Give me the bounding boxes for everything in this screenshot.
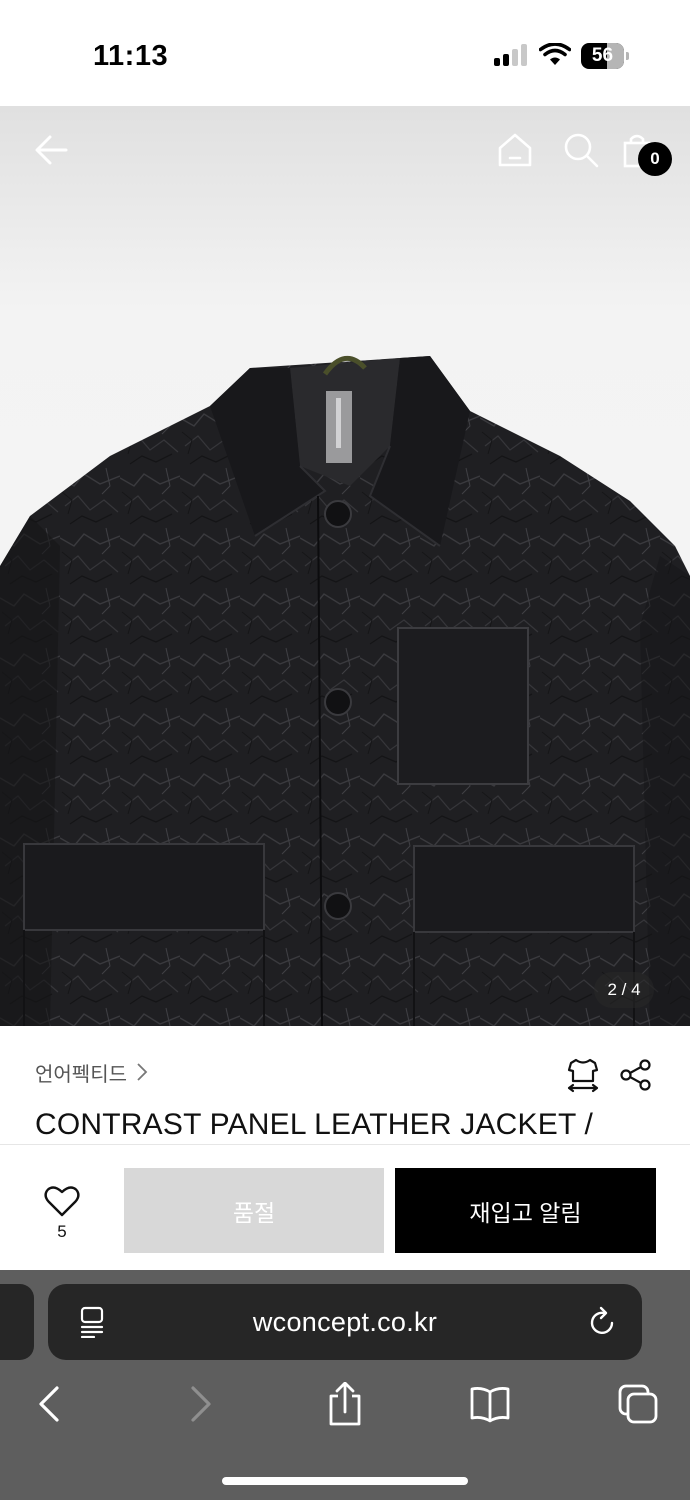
product-photo bbox=[0, 356, 690, 1026]
soldout-button[interactable]: 품절 bbox=[124, 1168, 384, 1253]
browser-toolbar bbox=[0, 1378, 690, 1434]
cellular-signal-icon bbox=[494, 44, 530, 66]
battery-icon: 56 bbox=[581, 43, 629, 69]
size-guide-icon[interactable] bbox=[565, 1057, 601, 1093]
like-count: 5 bbox=[57, 1222, 67, 1241]
share-icon[interactable] bbox=[620, 1059, 652, 1091]
browser-back-icon[interactable] bbox=[30, 1382, 70, 1426]
tabs-icon[interactable] bbox=[618, 1382, 658, 1426]
product-image-carousel[interactable]: 0 2 / 4 bbox=[0, 106, 690, 1026]
wifi-icon bbox=[539, 43, 571, 65]
brand-name: 언어펙티드 bbox=[35, 1063, 127, 1086]
share-up-icon[interactable] bbox=[325, 1382, 365, 1426]
url-text: wconcept.co.kr bbox=[252, 1307, 438, 1337]
browser-bottom-bar: wconcept.co.kr bbox=[0, 1270, 690, 1500]
image-page-counter: 2 / 4 bbox=[594, 972, 654, 1008]
previous-tab-preview[interactable] bbox=[0, 1284, 34, 1360]
restock-alert-button[interactable]: 재입고 알림 bbox=[395, 1168, 656, 1253]
home-indicator bbox=[222, 1477, 468, 1485]
purchase-action-bar: 5 품절 재입고 알림 bbox=[0, 1144, 690, 1270]
brand-link[interactable]: 언어펙티드 bbox=[35, 1059, 149, 1086]
product-title: CONTRAST PANEL LEATHER JACKET / bbox=[35, 1108, 593, 1141]
status-bar: 11:13 56 bbox=[0, 0, 690, 106]
address-bar[interactable]: wconcept.co.kr bbox=[48, 1284, 642, 1360]
bookmarks-icon[interactable] bbox=[470, 1382, 510, 1426]
chevron-right-icon bbox=[137, 1063, 148, 1081]
browser-forward-icon[interactable] bbox=[180, 1382, 220, 1426]
image-top-nav: 0 bbox=[0, 106, 690, 206]
like-button[interactable]: 5 bbox=[38, 1181, 86, 1245]
back-arrow-icon[interactable] bbox=[32, 132, 72, 168]
heart-icon bbox=[44, 1186, 80, 1217]
battery-level: 56 bbox=[591, 45, 614, 66]
product-info: 언어펙티드 CONTRAST PANEL LEATHER JACKET / bbox=[0, 1026, 690, 1146]
home-icon[interactable] bbox=[496, 131, 534, 169]
cart-count-badge: 0 bbox=[638, 142, 672, 176]
status-time: 11:13 bbox=[93, 40, 169, 72]
search-icon[interactable] bbox=[562, 131, 600, 169]
reload-icon[interactable] bbox=[588, 1306, 618, 1338]
